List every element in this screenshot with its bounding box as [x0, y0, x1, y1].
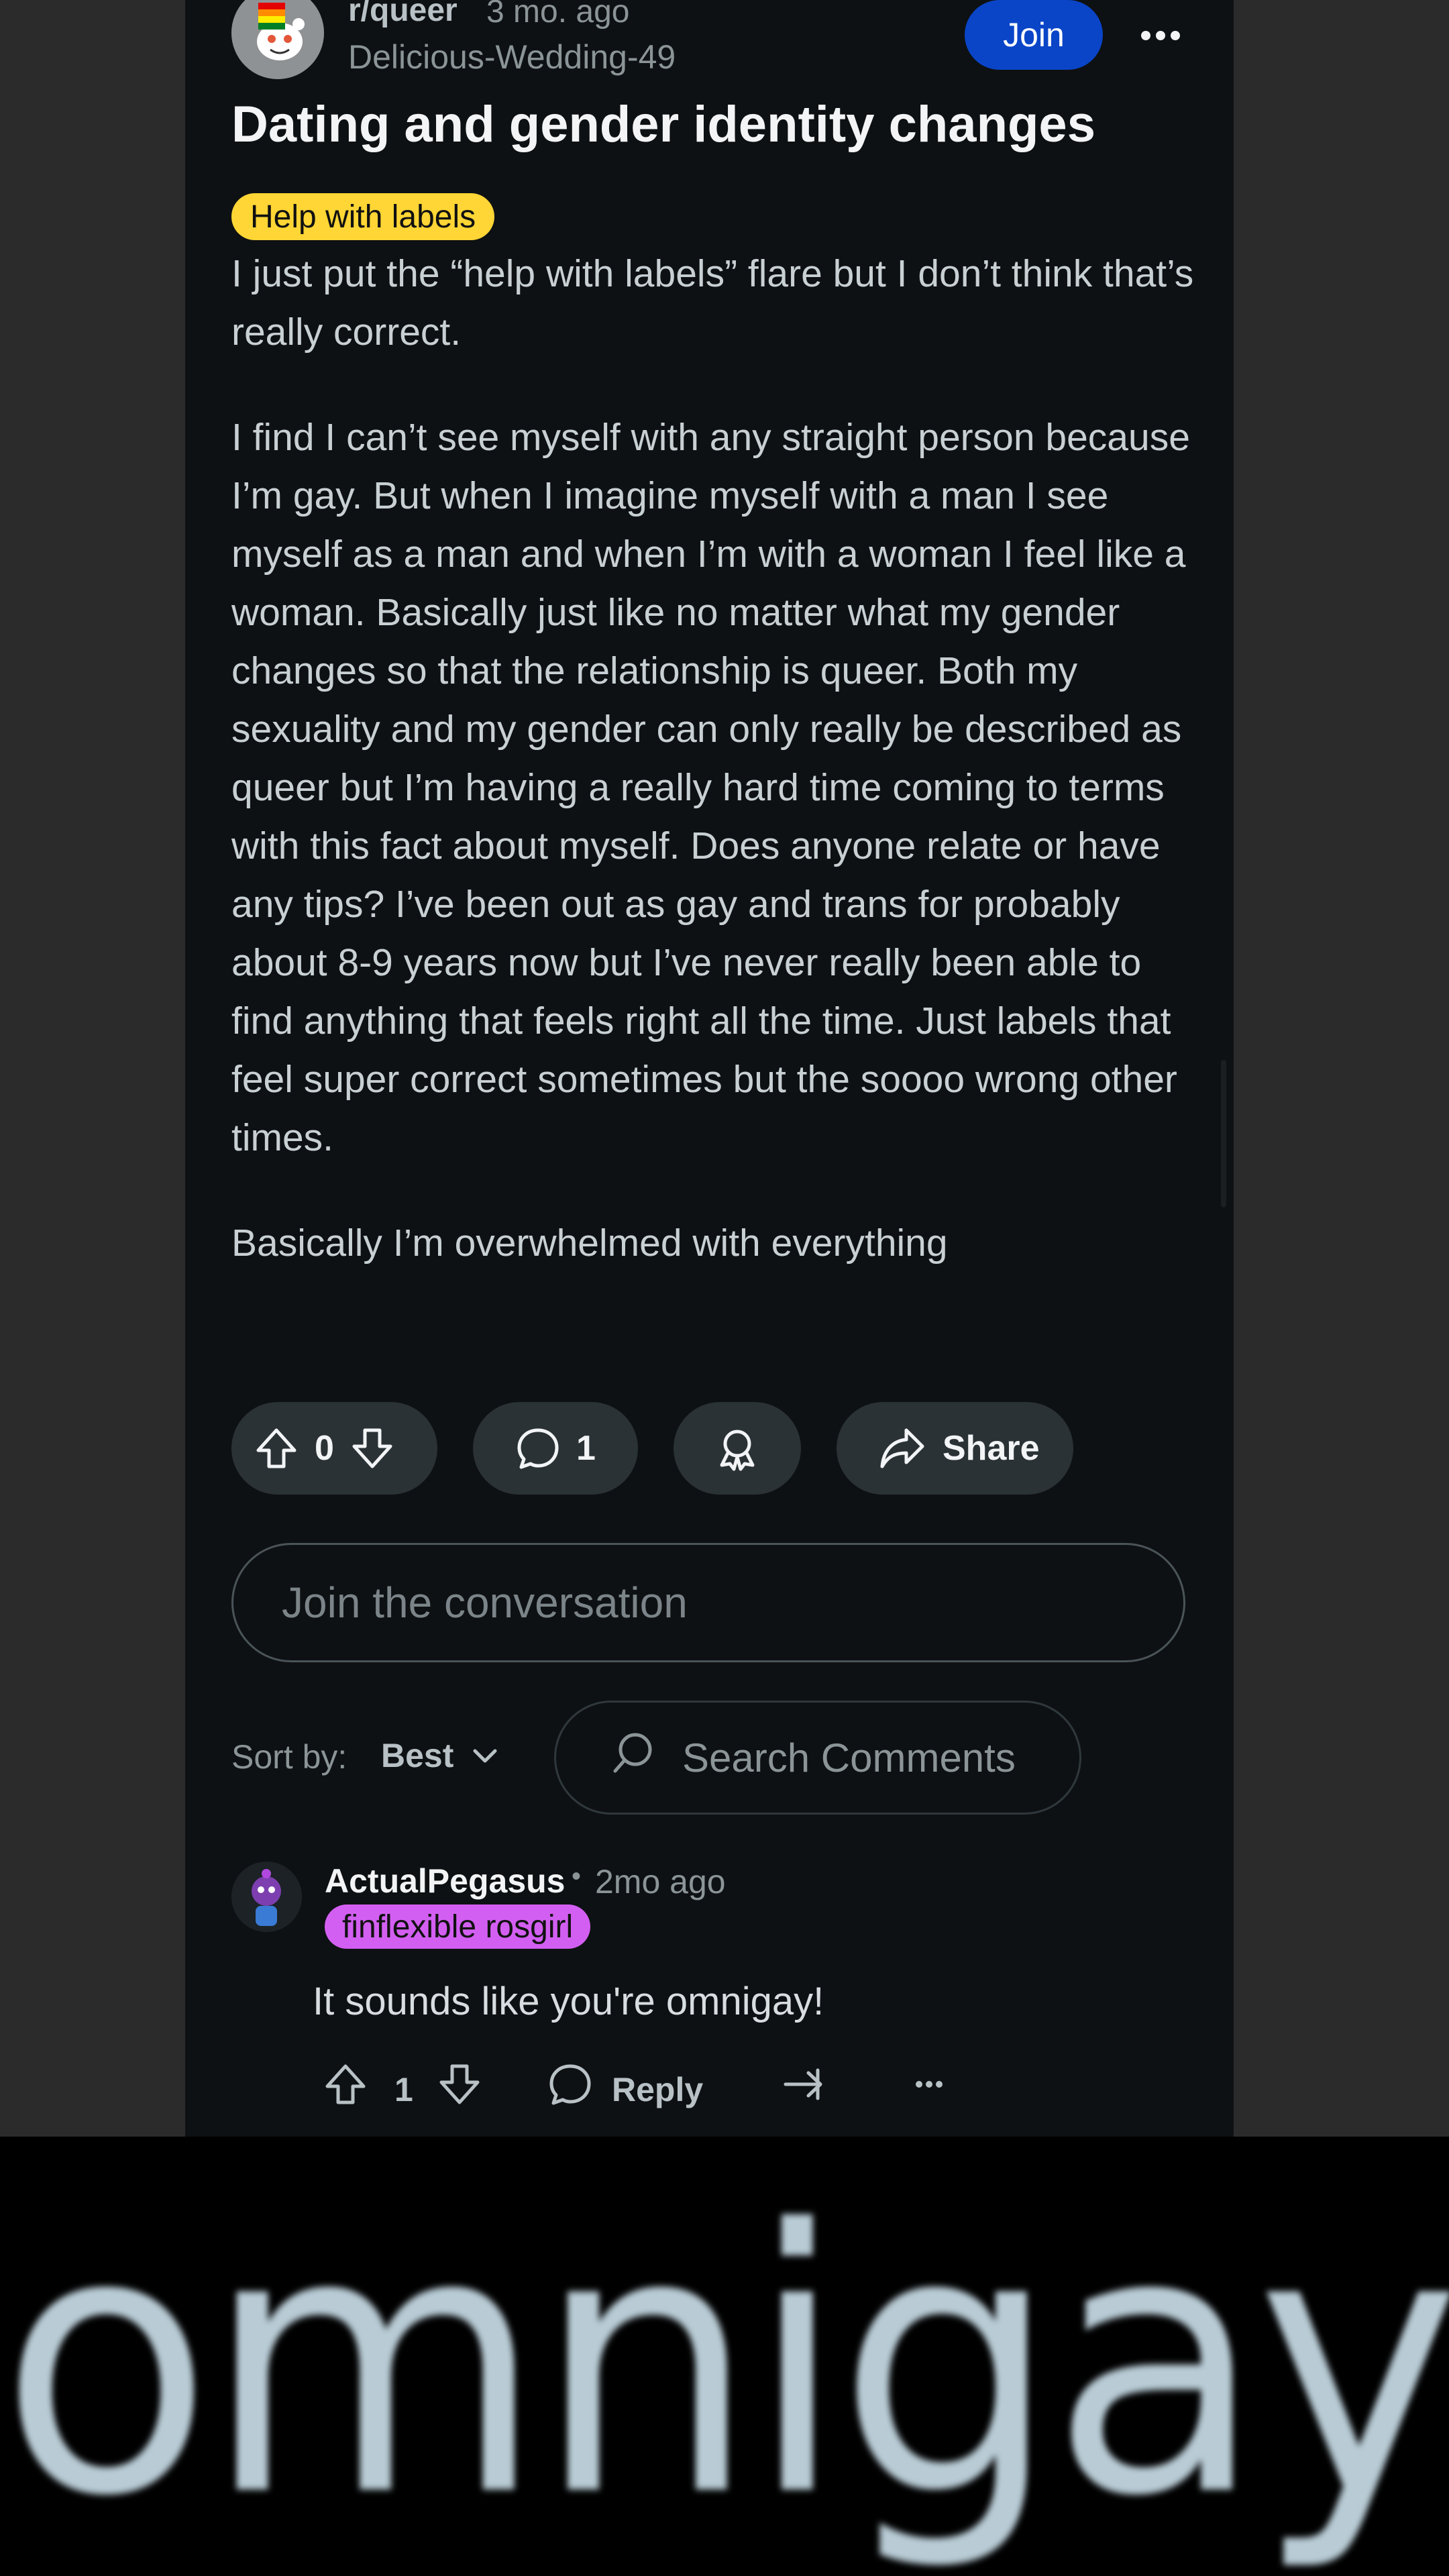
subreddit-name[interactable]: r/queer: [348, 0, 458, 29]
comment-flair[interactable]: finflexible rosgirl: [325, 1904, 591, 1949]
post-paragraph: Basically I’m overwhelmed with everythin…: [231, 1222, 948, 1265]
post-time: 3 mo. ago: [486, 0, 630, 30]
downvote-icon[interactable]: [349, 1425, 396, 1472]
comment-author[interactable]: ActualPegasus: [325, 1862, 565, 1900]
sort-label: Sort by:: [231, 1738, 347, 1776]
vote-control: 0: [231, 1402, 437, 1495]
share-button[interactable]: Share: [837, 1402, 1073, 1495]
award-button[interactable]: [674, 1402, 801, 1495]
join-button[interactable]: Join: [965, 0, 1103, 70]
post-author[interactable]: Delicious-Wedding-49: [348, 38, 676, 76]
search-icon: [610, 1729, 682, 1786]
comment-icon: [515, 1425, 561, 1472]
comments-button[interactable]: 1: [473, 1402, 638, 1495]
share-icon: [878, 1425, 926, 1472]
post-body: I just put the “help with labels” flare …: [231, 245, 1197, 1273]
separator-dot: •: [572, 1862, 582, 1891]
more-options-icon[interactable]: [906, 2061, 953, 2111]
award-icon: [714, 1425, 761, 1472]
scrollbar[interactable]: [1221, 1060, 1226, 1208]
comment-count: 1: [576, 1429, 596, 1468]
post-title: Dating and gender identity changes: [231, 96, 1095, 153]
comment-text: It sounds like you're omnigay!: [313, 1980, 824, 2023]
comment-actions: 1 Reply: [322, 2061, 993, 2121]
post-flair[interactable]: Help with labels: [231, 193, 495, 240]
share-label: Share: [943, 1429, 1040, 1468]
downvote-icon[interactable]: [436, 2061, 483, 2111]
more-options-icon[interactable]: [1137, 12, 1184, 59]
reply-button[interactable]: Reply: [612, 2070, 703, 2109]
sort-dropdown[interactable]: Best: [381, 1736, 453, 1775]
post-paragraph: I just put the “help with labels” flare …: [231, 252, 1194, 354]
search-comments-input[interactable]: Search Comments: [554, 1701, 1081, 1815]
chevron-down-icon[interactable]: [470, 1743, 500, 1773]
search-placeholder: Search Comments: [682, 1735, 1016, 1780]
join-conversation-input[interactable]: Join the conversation: [231, 1543, 1185, 1662]
post-paragraph: I find I can’t see myself with any strai…: [231, 416, 1190, 1159]
upvote-icon[interactable]: [253, 1425, 300, 1472]
zoom-banner: omnigay!: [0, 2137, 1449, 2576]
comment-vote-count: 1: [394, 2071, 413, 2108]
reply-icon[interactable]: [547, 2061, 594, 2111]
share-icon[interactable]: [782, 2061, 830, 2111]
banner-text: omnigay!: [0, 2154, 1449, 2575]
avatar[interactable]: [231, 1862, 302, 1932]
post-vote-count: 0: [315, 1429, 334, 1468]
upvote-icon[interactable]: [322, 2061, 369, 2111]
comment-time: 2mo ago: [595, 1863, 726, 1900]
